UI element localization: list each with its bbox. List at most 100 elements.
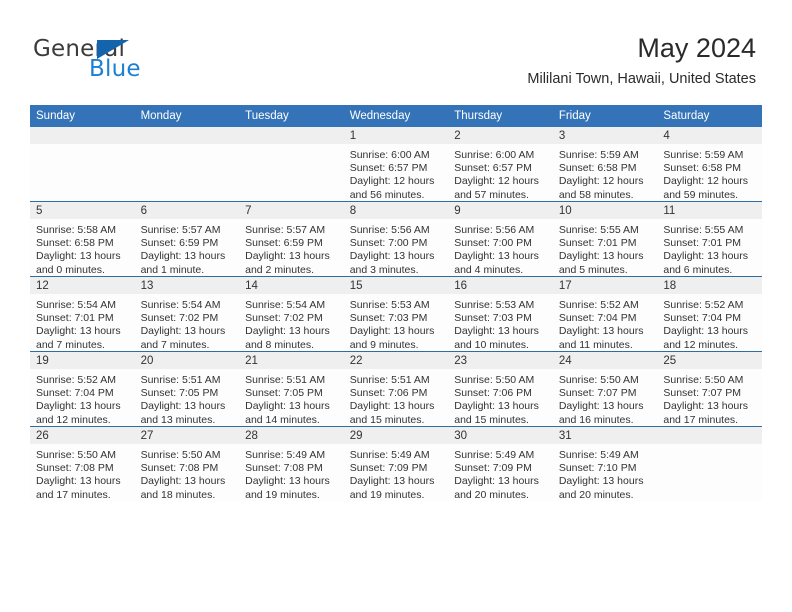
calendar-day-cell[interactable]: 11 Sunrise: 5:55 AM Sunset: 7:01 PM Dayligh…: [657, 201, 762, 277]
day-number: 4: [657, 127, 762, 144]
weekday-header-tuesday: Tuesday: [239, 105, 344, 127]
day-number: 10: [552, 202, 658, 219]
sunrise-text: Sunrise: 6:00 AM: [454, 149, 535, 161]
calendar-day-cell[interactable]: 22 Sunrise: 5:51 AM Sunset: 7:06 PM Dayligh…: [343, 351, 449, 427]
day-cell-inner: 21 Sunrise: 5:51 AM Sunset: 7:05 PM Dayligh…: [239, 352, 344, 426]
calendar-day-cell[interactable]: 24 Sunrise: 5:50 AM Sunset: 7:07 PM Dayligh…: [552, 351, 658, 427]
calendar-day-cell[interactable]: 26 Sunrise: 5:50 AM Sunset: 7:08 PM Dayligh…: [30, 426, 135, 501]
calendar-day-cell[interactable]: 5 Sunrise: 5:58 AM Sunset: 6:58 PM Daylight…: [30, 201, 135, 277]
sunrise-text: Sunrise: 5:50 AM: [663, 374, 744, 386]
sunset-text: Sunset: 7:07 PM: [558, 387, 637, 400]
calendar-day-cell[interactable]: 9 Sunrise: 5:56 AM Sunset: 7:00 PM Daylight…: [448, 201, 553, 277]
calendar-day-cell[interactable]: 20 Sunrise: 5:51 AM Sunset: 7:05 PM Dayligh…: [134, 351, 240, 427]
sunset-text: Sunset: 7:02 PM: [245, 312, 323, 325]
calendar-header-row: Sunday Monday Tuesday Wednesday Thursday Frid…: [30, 105, 762, 127]
daylight-text: Daylight: 13 hours and 7 minutes.: [140, 325, 226, 351]
day-cell-inner: 5 Sunrise: 5:58 AM Sunset: 6:58 PM Daylight…: [30, 202, 135, 276]
day-cell-details: Sunrise: 5:57 AM Sunset: 6:59 PM Daylight:…: [135, 219, 240, 277]
sunrise-text: Sunrise: 5:50 AM: [36, 449, 116, 461]
calendar-day-cell[interactable]: 30 Sunrise: 5:49 AM Sunset: 7:09 PM Dayligh…: [448, 426, 553, 501]
sunrise-text: Sunrise: 5:52 AM: [663, 299, 744, 311]
day-number: 15: [343, 277, 449, 294]
sunset-text: Sunset: 7:04 PM: [36, 387, 114, 400]
daylight-text: Daylight: 13 hours and 1 minute.: [140, 250, 226, 276]
calendar-day-cell[interactable]: 2 Sunrise: 6:00 AM Sunset: 6:57 PM Daylight…: [448, 127, 553, 202]
sunset-text: Sunset: 7:08 PM: [140, 462, 219, 475]
calendar-day-cell[interactable]: 18 Sunrise: 5:52 AM Sunset: 7:04 PM Dayligh…: [657, 276, 762, 352]
sunrise-text: Sunrise: 5:50 AM: [140, 449, 221, 461]
calendar-day-cell-empty: [239, 127, 344, 202]
day-cell-details: Sunrise: 5:54 AM Sunset: 7:01 PM Daylight:…: [30, 294, 135, 352]
calendar-week-row: 5 Sunrise: 5:58 AM Sunset: 6:58 PM Daylight…: [30, 201, 762, 277]
day-cell-details: Sunrise: 5:55 AM Sunset: 7:01 PM Daylight:…: [553, 219, 658, 277]
general-blue-logo[interactable]: General Blue: [33, 36, 233, 88]
calendar-day-cell[interactable]: 14 Sunrise: 5:54 AM Sunset: 7:02 PM Dayligh…: [239, 276, 344, 352]
daylight-text: Daylight: 13 hours and 12 minutes.: [663, 325, 749, 351]
calendar-day-cell[interactable]: 3 Sunrise: 5:59 AM Sunset: 6:58 PM Daylight…: [552, 127, 658, 202]
day-number: 23: [448, 352, 553, 369]
day-cell-inner: 10 Sunrise: 5:55 AM Sunset: 7:01 PM Dayligh…: [552, 202, 658, 277]
day-number: 9: [448, 202, 553, 219]
sunrise-text: Sunrise: 5:55 AM: [663, 224, 744, 236]
calendar-body: 1 Sunrise: 6:00 AM Sunset: 6:57 PM Daylight…: [30, 127, 762, 501]
sunrise-text: Sunrise: 5:49 AM: [454, 449, 535, 461]
calendar-day-cell[interactable]: 27 Sunrise: 5:50 AM Sunset: 7:08 PM Dayligh…: [134, 426, 240, 501]
calendar-day-cell[interactable]: 4 Sunrise: 5:59 AM Sunset: 6:58 PM Daylight…: [657, 127, 762, 202]
calendar-day-cell[interactable]: 15 Sunrise: 5:53 AM Sunset: 7:03 PM Dayligh…: [343, 276, 449, 352]
calendar-day-cell[interactable]: 19 Sunrise: 5:52 AM Sunset: 7:04 PM Dayligh…: [30, 351, 135, 427]
calendar-day-cell[interactable]: 23 Sunrise: 5:50 AM Sunset: 7:06 PM Dayligh…: [448, 351, 553, 427]
sunrise-text: Sunrise: 5:56 AM: [349, 224, 430, 236]
daylight-text: Daylight: 13 hours and 19 minutes.: [349, 475, 435, 501]
sunset-text: Sunset: 7:07 PM: [663, 387, 742, 400]
weekday-header-sunday: Sunday: [30, 105, 135, 127]
daylight-text: Daylight: 13 hours and 11 minutes.: [558, 325, 644, 351]
sunrise-text: Sunrise: 5:55 AM: [558, 224, 639, 236]
day-cell-inner: 24 Sunrise: 5:50 AM Sunset: 7:07 PM Dayligh…: [552, 352, 658, 426]
sunset-text: Sunset: 7:06 PM: [349, 387, 428, 400]
calendar-day-cell-empty: [134, 127, 240, 202]
calendar-day-cell[interactable]: 29 Sunrise: 5:49 AM Sunset: 7:09 PM Dayligh…: [343, 426, 449, 501]
sunset-text: Sunset: 7:02 PM: [140, 312, 219, 325]
sunset-text: Sunset: 7:08 PM: [36, 462, 114, 475]
calendar-day-cell[interactable]: 31 Sunrise: 5:49 AM Sunset: 7:10 PM Dayligh…: [552, 426, 658, 501]
calendar-day-cell[interactable]: 28 Sunrise: 5:49 AM Sunset: 7:08 PM Dayligh…: [239, 426, 344, 501]
calendar-day-cell[interactable]: 1 Sunrise: 6:00 AM Sunset: 6:57 PM Daylight…: [343, 127, 449, 202]
day-number: 25: [657, 352, 762, 369]
daylight-text: Daylight: 13 hours and 16 minutes.: [558, 400, 644, 426]
day-cell-inner: 15 Sunrise: 5:53 AM Sunset: 7:03 PM Dayligh…: [343, 277, 449, 351]
daylight-text: Daylight: 13 hours and 18 minutes.: [140, 475, 226, 501]
calendar-day-cell[interactable]: 8 Sunrise: 5:56 AM Sunset: 7:00 PM Daylight…: [343, 201, 449, 277]
calendar-day-cell[interactable]: 10 Sunrise: 5:55 AM Sunset: 7:01 PM Dayligh…: [552, 201, 658, 277]
day-cell-inner: 8 Sunrise: 5:56 AM Sunset: 7:00 PM Daylight…: [343, 202, 449, 276]
day-cell-inner: 11 Sunrise: 5:55 AM Sunset: 7:01 PM Dayligh…: [657, 202, 762, 276]
calendar-day-cell[interactable]: 17 Sunrise: 5:52 AM Sunset: 7:04 PM Dayligh…: [552, 276, 658, 352]
calendar-day-cell[interactable]: 13 Sunrise: 5:54 AM Sunset: 7:02 PM Dayligh…: [134, 276, 240, 352]
calendar-page: General Blue May 2024 Mililani Town, Haw…: [0, 0, 792, 612]
day-number: 8: [343, 202, 449, 219]
calendar-day-cell[interactable]: 12 Sunrise: 5:54 AM Sunset: 7:01 PM Dayligh…: [30, 276, 135, 352]
day-cell-inner: 3 Sunrise: 5:59 AM Sunset: 6:58 PM Daylight…: [552, 127, 658, 201]
calendar-day-cell[interactable]: 25 Sunrise: 5:50 AM Sunset: 7:07 PM Dayligh…: [657, 351, 762, 427]
daylight-text: Daylight: 13 hours and 19 minutes.: [245, 475, 330, 501]
page-header: General Blue May 2024 Mililani Town, Haw…: [0, 0, 792, 100]
calendar-day-cell[interactable]: 16 Sunrise: 5:53 AM Sunset: 7:03 PM Dayligh…: [448, 276, 553, 352]
calendar-day-cell[interactable]: 21 Sunrise: 5:51 AM Sunset: 7:05 PM Dayligh…: [239, 351, 344, 427]
sunrise-text: Sunrise: 5:53 AM: [349, 299, 430, 311]
day-number: 3: [552, 127, 658, 144]
day-cell-inner: 17 Sunrise: 5:52 AM Sunset: 7:04 PM Dayligh…: [552, 277, 658, 351]
sunset-text: Sunset: 7:04 PM: [663, 312, 742, 325]
sunset-text: Sunset: 6:59 PM: [245, 237, 323, 250]
daylight-text: Daylight: 12 hours and 59 minutes.: [663, 175, 749, 201]
logo-text-blue: Blue: [89, 56, 141, 82]
calendar-day-cell[interactable]: 7 Sunrise: 5:57 AM Sunset: 6:59 PM Daylight…: [239, 201, 344, 277]
day-cell-details: Sunrise: 5:51 AM Sunset: 7:05 PM Daylight:…: [135, 369, 240, 427]
calendar-container: Sunday Monday Tuesday Wednesday Thursday Frid…: [30, 105, 762, 501]
day-number: 31: [552, 427, 658, 444]
day-cell-inner: [134, 127, 240, 201]
sunset-text: Sunset: 6:59 PM: [140, 237, 219, 250]
calendar-day-cell[interactable]: 6 Sunrise: 5:57 AM Sunset: 6:59 PM Daylight…: [134, 201, 240, 277]
day-number: 5: [30, 202, 135, 219]
sunrise-text: Sunrise: 5:50 AM: [558, 374, 639, 386]
day-cell-inner: 4 Sunrise: 5:59 AM Sunset: 6:58 PM Daylight…: [657, 127, 762, 201]
calendar-week-row: 19 Sunrise: 5:52 AM Sunset: 7:04 PM Dayligh…: [30, 351, 762, 427]
